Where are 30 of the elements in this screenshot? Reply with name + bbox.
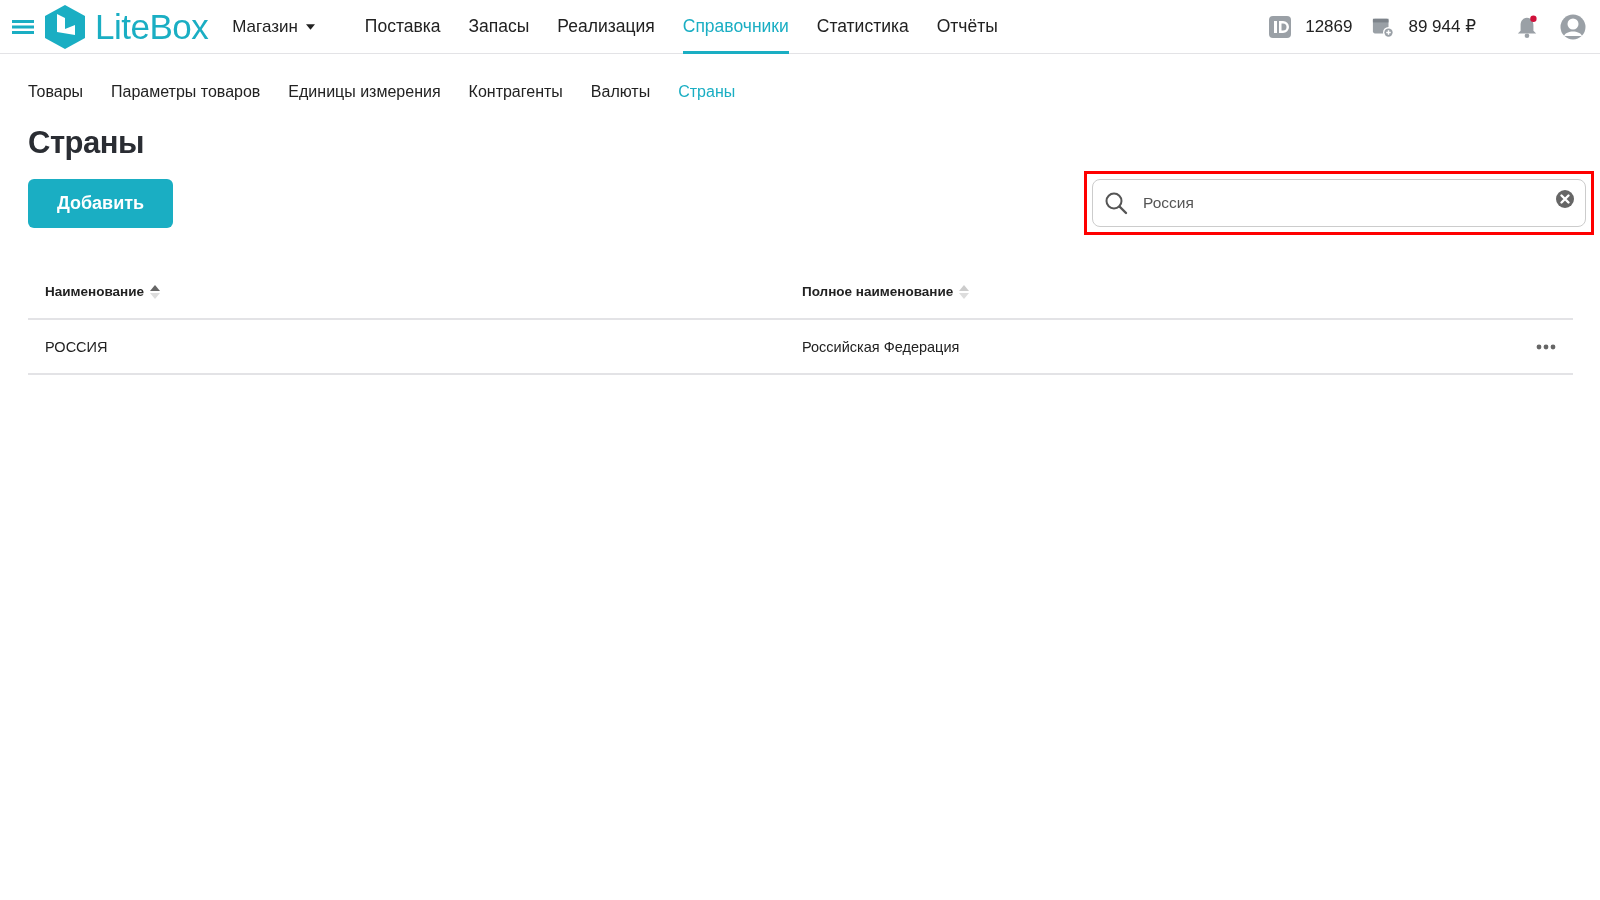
subnav-tab[interactable]: Товары	[28, 83, 84, 101]
subnav-tab[interactable]: Контрагенты	[468, 83, 563, 101]
nav-tab[interactable]: Отчёты	[936, 0, 998, 54]
page-title: Страны	[28, 125, 145, 161]
more-icon[interactable]	[1536, 343, 1556, 350]
user-avatar-icon[interactable]	[1560, 13, 1586, 40]
subnav-tab[interactable]: Единицы измерения	[288, 83, 441, 101]
clear-icon[interactable]	[1556, 190, 1574, 208]
column-header[interactable]: Полное наименование	[802, 284, 954, 299]
search-icon	[1104, 191, 1128, 215]
id-icon	[1269, 15, 1292, 38]
nav-tab[interactable]: Запасы	[468, 0, 530, 54]
nav-tab[interactable]: Статистика	[816, 0, 909, 54]
balance: 89 944 ₽	[1408, 16, 1476, 37]
column-header[interactable]: Наименование	[45, 284, 145, 299]
nav-tab[interactable]: Поставка	[364, 0, 441, 54]
table-cell: РОССИЯ	[45, 338, 108, 355]
caret-icon	[305, 23, 315, 30]
bell-icon[interactable]	[1516, 14, 1538, 39]
nav-tab[interactable]: Реализация	[557, 0, 655, 54]
store-dropdown[interactable]: Магазин	[232, 16, 315, 37]
account-id: 12869	[1305, 16, 1353, 37]
subnav-tab[interactable]: Параметры товаров	[111, 83, 261, 101]
search-field[interactable]: Россия	[1092, 179, 1586, 227]
cube-logo-icon	[45, 4, 85, 49]
subnav-tab[interactable]: Валюты	[590, 83, 651, 101]
menu-icon[interactable]	[12, 19, 34, 34]
sort-icon[interactable]	[150, 284, 161, 299]
table-cell: Российская Федерация	[802, 338, 960, 355]
logo-text: LiteBox	[95, 6, 209, 47]
